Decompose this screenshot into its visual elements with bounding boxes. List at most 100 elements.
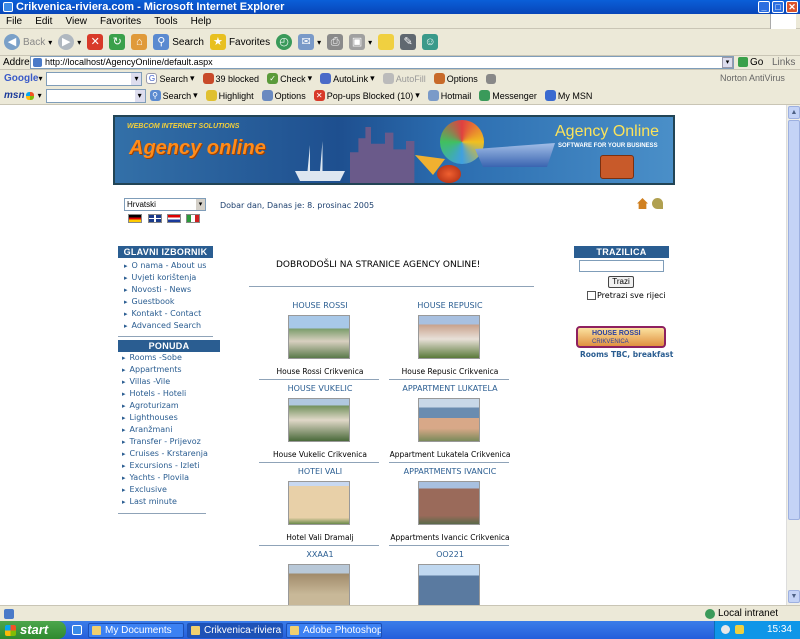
address-dropdown-icon[interactable]: ▾ <box>722 57 733 68</box>
volume-icon[interactable] <box>721 625 730 634</box>
property-photo[interactable] <box>418 481 480 525</box>
property-title[interactable]: HOUSE REPUSIC <box>380 301 520 310</box>
offer-item-cruises[interactable]: Cruises - Krstarenja <box>122 449 208 458</box>
menu-help[interactable]: Help <box>191 16 212 27</box>
search-submit-button[interactable]: Trazi <box>608 276 634 288</box>
refresh-button[interactable]: ↻ <box>109 31 126 53</box>
contact-icon[interactable] <box>652 198 663 209</box>
promo-caption[interactable]: Rooms TBC, breakfast <box>580 350 673 359</box>
offer-item-aranzmani[interactable]: Aranžmani <box>122 425 173 434</box>
spell-check-button[interactable]: ✓ Check ▾ <box>267 73 312 84</box>
menu-view[interactable]: View <box>65 16 87 27</box>
hotmail-button[interactable]: Hotmail <box>427 90 471 101</box>
menu-item-news[interactable]: Novosti - News <box>124 285 192 294</box>
croatian-flag-icon[interactable] <box>167 214 181 223</box>
google-logo[interactable]: Google <box>4 73 38 84</box>
favorites-button[interactable]: ★ Favorites <box>209 31 270 53</box>
go-arrow-icon[interactable] <box>738 57 748 67</box>
property-title[interactable]: OO221 <box>380 550 520 559</box>
popups-blocked-button[interactable]: ✕ Pop-ups Blocked (10) ▾ <box>313 90 420 101</box>
task-my-documents[interactable]: My Documents <box>88 622 184 638</box>
research-button[interactable]: ✎ <box>400 31 417 53</box>
property-photo[interactable] <box>288 315 350 359</box>
google-options-button[interactable]: Options <box>433 73 478 84</box>
back-button[interactable]: ◀ Back ▾ <box>4 31 52 53</box>
discuss-button[interactable] <box>378 31 395 53</box>
search-all-words-checkbox[interactable] <box>587 291 596 300</box>
offer-item-yachts[interactable]: Yachts - Plovila <box>122 473 189 482</box>
property-title[interactable]: APPARTMENT LUKATELA <box>380 384 520 393</box>
offer-item-transfer[interactable]: Transfer - Prijevoz <box>122 437 201 446</box>
menu-edit[interactable]: Edit <box>35 16 52 27</box>
edit-button[interactable]: ▣ ▾ <box>349 31 372 53</box>
close-button[interactable]: ✕ <box>786 1 798 13</box>
messenger-button[interactable]: ☺ <box>422 31 439 53</box>
property-title[interactable]: APPARTMENTS IVANCIC <box>380 467 520 476</box>
property-photo[interactable] <box>418 398 480 442</box>
promo-banner[interactable]: HOUSE ROSSI CRIKVENICA <box>576 326 666 348</box>
clock[interactable]: 15:34 <box>767 624 792 635</box>
property-photo[interactable] <box>288 398 350 442</box>
stop-button[interactable]: ✕ <box>87 31 104 53</box>
language-select[interactable]: Hrvatski <box>124 198 206 211</box>
menu-tools[interactable]: Tools <box>154 16 177 27</box>
italian-flag-icon[interactable] <box>186 214 200 223</box>
scroll-thumb[interactable] <box>788 120 800 520</box>
scroll-up-icon[interactable]: ▲ <box>788 106 800 119</box>
go-button[interactable]: Go <box>750 56 763 70</box>
german-flag-icon[interactable] <box>128 214 142 223</box>
menu-item-terms[interactable]: Uvjeti korištenja <box>124 273 197 282</box>
menu-item-guestbook[interactable]: Guestbook <box>124 297 175 306</box>
network-icon[interactable] <box>735 625 744 634</box>
offer-item-excursions[interactable]: Excursions - Izleti <box>122 461 200 470</box>
messenger-button[interactable]: Messenger <box>479 90 537 101</box>
site-banner[interactable]: WEBCOM INTERNET SOLUTIONS Agency online … <box>113 115 675 185</box>
quicklaunch-ie-icon[interactable] <box>72 625 82 635</box>
home-icon[interactable] <box>637 198 648 209</box>
msn-logo[interactable]: msn <box>4 90 25 101</box>
property-title[interactable]: HOUSE ROSSI <box>250 301 390 310</box>
start-button[interactable]: start <box>0 621 66 639</box>
links-button[interactable]: Links <box>772 56 795 70</box>
mymsn-button[interactable]: My MSN <box>544 90 592 101</box>
property-title[interactable]: HOTEl VALI <box>250 467 390 476</box>
task-browser[interactable]: Crikvenica-riviera.co... <box>187 622 283 638</box>
norton-antivirus[interactable]: Norton AntiVirus <box>720 73 785 83</box>
english-flag-icon[interactable] <box>148 214 162 223</box>
property-photo[interactable] <box>288 481 350 525</box>
offer-item-villas[interactable]: Villas -Vile <box>122 377 171 386</box>
offer-item-rooms[interactable]: Rooms -Sobe <box>122 353 182 362</box>
pencil-icon[interactable] <box>485 73 496 84</box>
msn-search-input[interactable] <box>45 88 146 103</box>
print-button[interactable]: ⎙ <box>327 31 344 53</box>
popup-blocked-button[interactable]: 39 blocked <box>202 73 259 84</box>
menu-item-about[interactable]: O nama - About us <box>124 261 207 270</box>
property-title[interactable]: XXAA1 <box>250 550 390 559</box>
menu-item-advanced-search[interactable]: Advanced Search <box>124 321 202 330</box>
task-photoshop[interactable]: Adobe Photoshop <box>286 622 382 638</box>
search-button[interactable]: ⚲ Search <box>153 31 204 53</box>
property-title[interactable]: HOUSE VUKELIC <box>250 384 390 393</box>
offer-item-appartments[interactable]: Appartments <box>122 365 182 374</box>
property-photo[interactable] <box>418 315 480 359</box>
autofill-button[interactable]: AutoFill <box>382 73 426 84</box>
maximize-button[interactable]: □ <box>772 1 784 13</box>
site-search-input[interactable] <box>579 260 664 272</box>
autolink-button[interactable]: AutoLink ▾ <box>320 73 375 84</box>
scroll-down-icon[interactable]: ▼ <box>788 590 800 603</box>
menu-favorites[interactable]: Favorites <box>100 16 141 27</box>
menu-file[interactable]: File <box>6 16 22 27</box>
minimize-button[interactable]: _ <box>758 1 770 13</box>
address-input[interactable]: http://localhost/AgencyOnline/default.as… <box>30 56 734 69</box>
highlight-button[interactable]: Highlight <box>205 90 254 101</box>
home-button[interactable]: ⌂ <box>131 31 148 53</box>
offer-item-exclusive[interactable]: Exclusive <box>122 485 167 494</box>
offer-item-last-minute[interactable]: Last minute <box>122 497 177 506</box>
msn-search-button[interactable]: ⚲ Search ▾ <box>149 90 198 101</box>
menu-item-contact[interactable]: Kontakt - Contact <box>124 309 202 318</box>
forward-button[interactable]: ▶ ▾ <box>58 31 81 53</box>
google-search-input[interactable] <box>46 71 143 86</box>
offer-item-hotels[interactable]: Hotels - Hoteli <box>122 389 187 398</box>
history-button[interactable]: ◴ <box>276 31 293 53</box>
mail-button[interactable]: ✉ ▾ <box>298 31 321 53</box>
